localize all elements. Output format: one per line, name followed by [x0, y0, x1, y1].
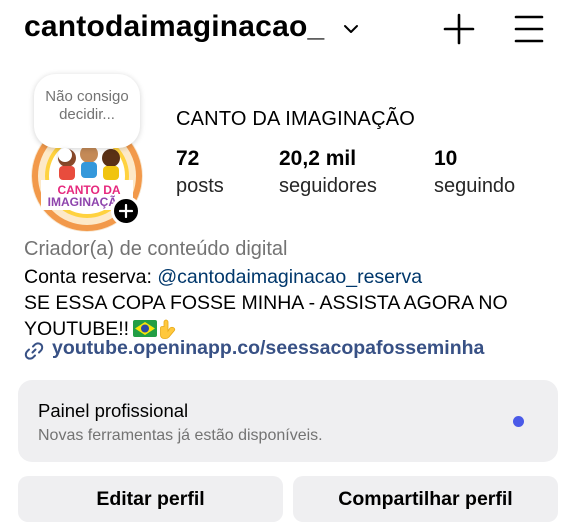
username[interactable]: cantodaimaginacao_ [24, 10, 324, 44]
bio-line-1: Conta reserva: @cantodaimaginacao_reserv… [24, 264, 564, 290]
stat-value: 20,2 mil [279, 147, 357, 170]
display-name: CANTO DA IMAGINAÇÃO [176, 108, 416, 130]
chevron-down-icon[interactable] [343, 21, 359, 37]
edit-profile-button[interactable]: Editar perfil [18, 476, 283, 522]
category-label: Criador(a) de conteúdo digital [24, 238, 288, 260]
plus-icon[interactable] [443, 13, 475, 45]
brazil-flag-icon [133, 320, 158, 337]
add-story-button[interactable] [111, 196, 141, 226]
top-bar: cantodaimaginacao_ [0, 0, 576, 60]
share-profile-button[interactable]: Compartilhar perfil [293, 476, 558, 522]
note-text: Não consigo decidir... [45, 88, 129, 123]
hamburger-menu-icon[interactable] [513, 13, 545, 45]
plus-icon [119, 204, 133, 218]
stat-label: seguindo [434, 175, 516, 197]
stat-value: 10 [434, 147, 458, 170]
note-bubble[interactable]: Não consigo decidir... [34, 74, 140, 148]
stat-following[interactable]: 10 seguindo [434, 146, 515, 200]
stat-label: seguidores [279, 175, 377, 197]
link-text[interactable]: youtube.openinapp.co/seessacopafosseminh… [52, 337, 484, 360]
stat-value: 72 [176, 147, 200, 170]
panel-title: Painel profissional [38, 400, 189, 421]
stat-posts[interactable]: 72 posts [176, 146, 224, 200]
note-bubble-tail [58, 148, 72, 162]
bio-text: Conta reserva: @cantodaimaginacao_reserv… [24, 264, 564, 342]
notification-dot [513, 416, 524, 427]
panel-subtitle: Novas ferramentas já estão disponíveis. [38, 427, 323, 444]
pointing-down-hand-icon [160, 319, 176, 339]
professional-dashboard[interactable]: Painel profissional Novas ferramentas já… [18, 380, 558, 462]
link-icon [24, 342, 44, 360]
stat-followers[interactable]: 20,2 mil seguidores [279, 146, 377, 200]
mention-link[interactable]: @cantodaimaginacao_reserva [157, 266, 422, 288]
bio-line-2: SE ESSA COPA FOSSE MINHA - ASSISTA AGORA… [24, 292, 508, 314]
stat-label: posts [176, 175, 224, 197]
bio-prefix: Conta reserva: [24, 266, 158, 288]
